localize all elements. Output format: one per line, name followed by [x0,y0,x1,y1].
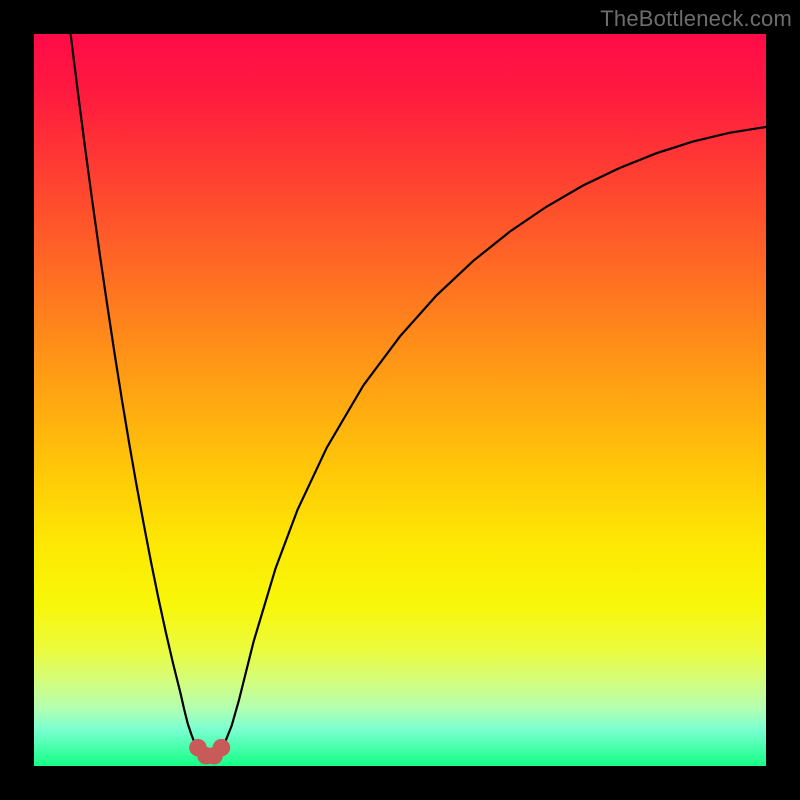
right-curve-path [217,127,766,751]
left-curve-path [71,34,203,751]
watermark-text: TheBottleneck.com [600,6,792,32]
frame: TheBottleneck.com [0,0,800,800]
curve-overlay [34,34,766,766]
plot-area [34,34,766,766]
notch-bumps-group [189,739,230,765]
notch-bump-icon [213,739,231,757]
